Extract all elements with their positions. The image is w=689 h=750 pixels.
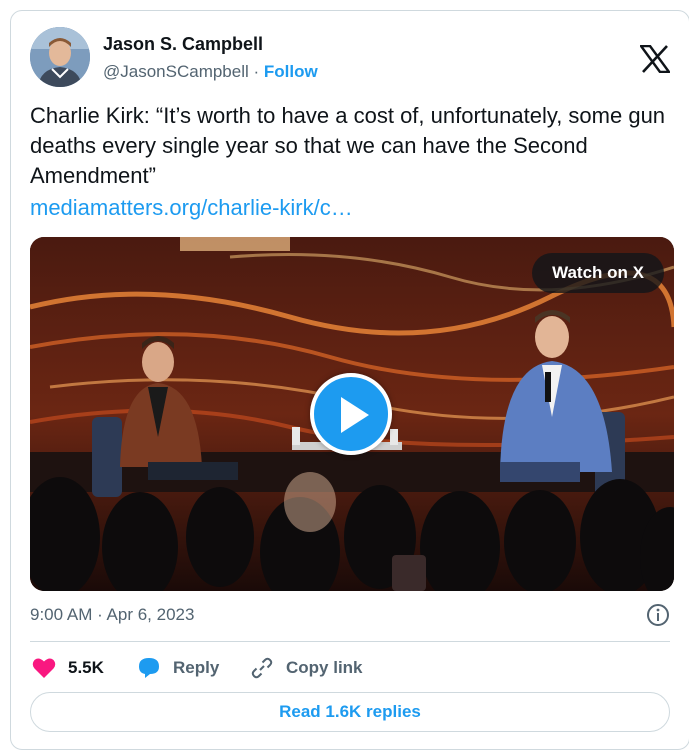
tweet-date: Apr 6, 2023 — [106, 605, 195, 624]
divider — [30, 641, 670, 642]
play-button[interactable] — [310, 373, 392, 455]
like-button[interactable]: 5.5K — [32, 653, 104, 683]
tweet-actions: 5.5K Reply Copy link — [30, 653, 670, 683]
like-count: 5.5K — [68, 658, 104, 677]
watch-on-x-button[interactable]: Watch on X — [532, 253, 664, 293]
tweet-time: 9:00 AM — [30, 605, 93, 624]
x-logo-icon[interactable] — [640, 45, 670, 73]
tweet-timestamp[interactable]: 9:00 AM · Apr 6, 2023 — [30, 605, 194, 625]
time-separator: · — [92, 605, 107, 624]
tweet-header: Jason S. Campbell @JasonSCampbell · Foll… — [30, 27, 689, 89]
info-icon[interactable] — [646, 603, 670, 627]
heart-icon — [32, 658, 56, 678]
author-handle-line: @JasonSCampbell · Follow — [103, 62, 318, 82]
author-handle[interactable]: @JasonSCampbell — [103, 62, 249, 81]
copy-link-label: Copy link — [286, 658, 363, 677]
video-player[interactable]: Watch on X — [30, 237, 674, 591]
speech-bubble-icon — [139, 658, 159, 678]
tweet-text: Charlie Kirk: “It’s worth to have a cost… — [30, 103, 666, 188]
handle-separator: · — [248, 62, 264, 81]
tweet-link[interactable]: mediamatters.org/charlie-kirk/c… — [30, 193, 353, 223]
tweet-card: Jason S. Campbell @JasonSCampbell · Foll… — [10, 10, 689, 750]
reply-button[interactable]: Reply — [137, 653, 219, 683]
follow-button[interactable]: Follow — [264, 62, 318, 81]
play-icon — [341, 397, 369, 433]
author-avatar[interactable] — [30, 27, 90, 87]
avatar-image — [30, 27, 90, 87]
link-icon — [251, 657, 273, 679]
copy-link-button[interactable]: Copy link — [250, 653, 363, 683]
reply-label: Reply — [173, 658, 220, 677]
read-replies-button[interactable]: Read 1.6K replies — [30, 692, 670, 732]
author-name[interactable]: Jason S. Campbell — [103, 34, 263, 55]
